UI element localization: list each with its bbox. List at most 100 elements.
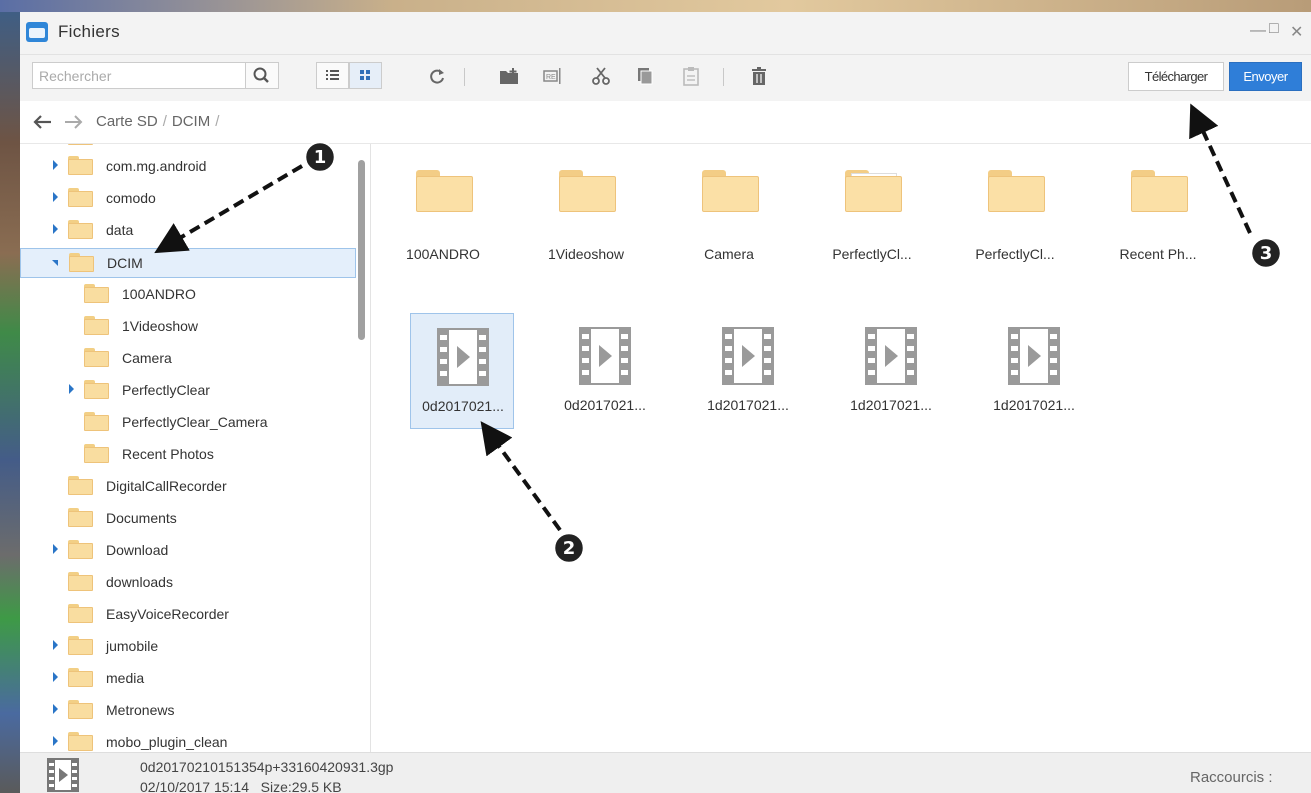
breadcrumb: Carte SD / DCIM / — [96, 113, 224, 130]
breadcrumb-separator: / — [162, 113, 167, 130]
tree-item-com-mg-android[interactable]: com.mg.android — [20, 152, 356, 182]
tree-item-download[interactable]: Download — [20, 536, 356, 566]
video-file-icon — [437, 328, 489, 386]
grid-folder[interactable]: Recent Ph... — [1106, 144, 1210, 262]
video-file-icon — [865, 327, 917, 385]
refresh-icon[interactable] — [426, 65, 448, 87]
download-button[interactable]: Télécharger — [1128, 62, 1224, 91]
new-folder-icon[interactable] — [498, 65, 520, 87]
tree-item-camera[interactable]: Camera — [20, 344, 356, 374]
grid-view-button[interactable] — [349, 62, 382, 89]
grid-folder[interactable]: 100ANDRO — [391, 144, 495, 262]
copy-icon[interactable] — [634, 65, 656, 87]
paste-icon[interactable] — [680, 65, 702, 87]
grid-file[interactable]: 0d2017021... — [553, 313, 657, 429]
collapsed-triangle-icon[interactable] — [53, 192, 58, 202]
breadcrumb-item-dcim[interactable]: DCIM — [172, 113, 210, 130]
grid-folder[interactable]: 1Videoshow — [534, 144, 638, 262]
tree-item-media[interactable]: media — [20, 664, 356, 694]
cut-icon[interactable] — [590, 65, 612, 87]
list-view-button[interactable] — [316, 62, 349, 89]
tree-item-dcim[interactable]: DCIM — [20, 248, 356, 278]
collapsed-triangle-icon[interactable] — [53, 640, 58, 650]
collapsed-triangle-icon[interactable] — [53, 544, 58, 554]
video-file-icon — [722, 327, 774, 385]
tree-item-perfectlyclear-camera[interactable]: PerfectlyClear_Camera — [20, 408, 356, 438]
rename-icon[interactable]: RE — [542, 65, 564, 87]
toolbar-separator — [464, 68, 465, 86]
grid-file[interactable]: 0d2017021... — [410, 313, 514, 429]
folder-icon — [68, 668, 93, 687]
folder-icon — [84, 316, 109, 335]
collapsed-triangle-icon[interactable] — [53, 704, 58, 714]
tree-item-partial — [20, 144, 356, 152]
folder-icon — [68, 700, 93, 719]
forward-arrow-icon[interactable] — [64, 114, 84, 130]
send-button[interactable]: Envoyer — [1229, 62, 1302, 91]
close-icon[interactable]: ✕ — [1290, 22, 1303, 42]
folder-icon — [68, 188, 93, 207]
expanded-triangle-icon[interactable] — [52, 260, 58, 266]
grid-item-label: PerfectlyCl... — [832, 246, 912, 262]
tree-item-1videoshow[interactable]: 1Videoshow — [20, 312, 356, 342]
tree-item-downloads[interactable]: downloads — [20, 568, 356, 598]
tree-item-label: EasyVoiceRecorder — [106, 606, 229, 622]
desktop-top-strip — [0, 0, 1311, 12]
grid-item-label: 100ANDRO — [406, 246, 480, 262]
grid-file[interactable]: 1d2017021... — [839, 313, 943, 429]
folder-icon — [68, 220, 93, 239]
video-file-icon — [1008, 327, 1060, 385]
grid-folder[interactable]: PerfectlyCl... — [820, 144, 924, 262]
grid-folder[interactable]: PerfectlyCl... — [963, 144, 1067, 262]
desktop-background — [0, 0, 20, 793]
search-button[interactable] — [246, 62, 279, 89]
tree-item-label: media — [106, 670, 145, 686]
breadcrumb-item-carte-sd[interactable]: Carte SD — [96, 113, 158, 130]
tree-item-metronews[interactable]: Metronews — [20, 696, 356, 726]
folder-icon — [68, 508, 93, 527]
collapsed-triangle-icon[interactable] — [69, 384, 74, 394]
folder-icon — [84, 380, 109, 399]
tree-item-label: DigitalCallRecorder — [106, 478, 227, 494]
maximize-icon[interactable]: □ — [1269, 20, 1279, 38]
list-view-icon — [326, 70, 339, 80]
tree-item-jumobile[interactable]: jumobile — [20, 632, 356, 662]
trash-icon[interactable] — [748, 65, 770, 87]
folder-icon — [68, 636, 93, 655]
status-file-meta: 02/10/2017 15:14 Size:29.5 KB — [140, 779, 342, 793]
folder-icon — [68, 540, 93, 559]
tree-item-100andro[interactable]: 100ANDRO — [20, 280, 356, 310]
grid-folder[interactable]: Camera — [677, 144, 781, 262]
tree-item-perfectlyclear[interactable]: PerfectlyClear — [20, 376, 356, 406]
tree-item-recent-photos[interactable]: Recent Photos — [20, 440, 356, 470]
search-input[interactable] — [32, 62, 246, 89]
collapsed-triangle-icon[interactable] — [53, 672, 58, 682]
video-file-icon — [579, 327, 631, 385]
folder-icon — [68, 572, 93, 591]
tree-item-digitalcallrecorder[interactable]: DigitalCallRecorder — [20, 472, 356, 502]
tree-item-data[interactable]: data — [20, 216, 356, 246]
back-arrow-icon[interactable] — [32, 114, 52, 130]
folder-icon — [559, 170, 616, 212]
collapsed-triangle-icon[interactable] — [53, 160, 58, 170]
folder-icon — [416, 170, 473, 212]
grid-file[interactable]: 1d2017021... — [982, 313, 1086, 429]
tree-item-comodo[interactable]: comodo — [20, 184, 356, 214]
tree-item-easyvoicerecorder[interactable]: EasyVoiceRecorder — [20, 600, 356, 630]
minimize-icon[interactable]: — — [1250, 22, 1266, 40]
grid-file[interactable]: 1d2017021... — [696, 313, 800, 429]
tree-item-documents[interactable]: Documents — [20, 504, 356, 534]
collapsed-triangle-icon[interactable] — [53, 736, 58, 746]
tree-scrollbar[interactable] — [358, 160, 365, 340]
folder-icon — [1131, 170, 1188, 212]
breadcrumb-separator: / — [215, 113, 220, 130]
collapsed-triangle-icon[interactable] — [53, 224, 58, 234]
grid-item-label: 0d2017021... — [422, 398, 504, 414]
tree-item-label: 1Videoshow — [122, 318, 199, 334]
shortcuts-label[interactable]: Raccourcis : — [1190, 769, 1273, 786]
grid-item-label: 1d2017021... — [850, 397, 932, 413]
folder-icon — [84, 444, 109, 463]
folder-icon — [988, 170, 1045, 212]
grid-item-label: 1Videoshow — [547, 246, 625, 262]
tree-item-mobo-plugin-clean[interactable]: mobo_plugin_clean — [20, 728, 356, 752]
